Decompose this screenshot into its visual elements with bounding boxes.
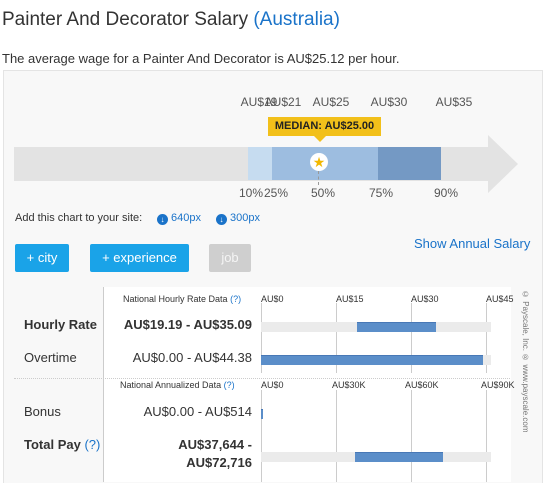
hourly-help-icon[interactable]: (?) xyxy=(230,294,241,304)
annual-axis-0: AU$0 xyxy=(261,380,284,390)
title-text: Painter And Decorator Salary xyxy=(2,9,249,30)
total-pay-label: Total Pay (?) xyxy=(24,437,100,452)
median-line xyxy=(318,171,319,185)
label-p90-value: AU$35 xyxy=(435,95,473,109)
embed-640-text: 640px xyxy=(171,212,201,224)
total-pay-value-line1: AU$37,644 - xyxy=(178,437,252,452)
pct-25-label: 25% xyxy=(263,186,289,200)
annual-help-icon[interactable]: (?) xyxy=(224,380,235,390)
hourly-axis-45: AU$45 xyxy=(486,294,514,304)
hourly-axis-15: AU$15 xyxy=(336,294,364,304)
total-pay-bar xyxy=(355,452,443,462)
pct-90-label: 90% xyxy=(433,186,459,200)
hourly-section-header: National Hourly Rate Data (?) xyxy=(123,294,241,304)
grid-line xyxy=(261,390,262,482)
hourly-rate-label: Hourly Rate xyxy=(24,317,97,332)
median-star-icon: ★ xyxy=(310,153,328,171)
add-experience-button[interactable]: + experience xyxy=(90,244,189,272)
divider-line xyxy=(103,287,104,482)
label-p50-value: AU$25 xyxy=(312,95,350,109)
pct-10-label: 10% xyxy=(238,186,264,200)
hourly-axis-30: AU$30 xyxy=(411,294,439,304)
label-p75-value: AU$30 xyxy=(370,95,408,109)
hourly-rate-value: AU$19.19 - AU$35.09 xyxy=(123,317,252,332)
label-p25-value: AU$21 xyxy=(264,95,302,109)
annual-axis-90k: AU$90K xyxy=(481,380,515,390)
add-chart-label: Add this chart to your site: xyxy=(15,212,143,224)
job-button[interactable]: job xyxy=(209,244,251,272)
hourly-axis-0: AU$0 xyxy=(261,294,284,304)
pct-50-label: 50% xyxy=(310,186,336,200)
range-segment-p10-p25 xyxy=(248,147,272,180)
total-pay-value-line2: AU$72,716 xyxy=(186,455,252,470)
overtime-value: AU$0.00 - AU$44.38 xyxy=(132,350,252,365)
hourly-rate-bar xyxy=(356,322,437,332)
bonus-value: AU$0.00 - AU$514 xyxy=(143,404,252,419)
annual-axis-30k: AU$30K xyxy=(332,380,366,390)
annual-section-header: National Annualized Data (?) xyxy=(120,380,235,390)
average-wage-text: The average wage for a Painter And Decor… xyxy=(2,51,400,66)
range-segment-p75-p90 xyxy=(378,147,441,180)
country-link[interactable]: (Australia) xyxy=(253,9,340,30)
bonus-bar xyxy=(261,409,263,419)
grid-line xyxy=(336,390,337,482)
add-city-button[interactable]: + city xyxy=(15,244,69,272)
embed-300-text: 300px xyxy=(230,212,260,224)
bonus-label: Bonus xyxy=(24,404,61,419)
grid-line xyxy=(486,390,487,482)
embed-300-link[interactable]: ↓ 300px xyxy=(216,212,260,225)
annual-header-text: National Annualized Data xyxy=(120,380,222,390)
pct-75-label: 75% xyxy=(368,186,394,200)
download-icon: ↓ xyxy=(216,214,227,225)
overtime-bar xyxy=(261,355,483,365)
copyright-text: © Payscale, Inc. ® www.payscale.com xyxy=(521,290,530,433)
embed-640-link[interactable]: ↓ 640px xyxy=(157,212,201,225)
overtime-label: Overtime xyxy=(24,350,77,365)
total-pay-label-text: Total Pay xyxy=(24,437,81,452)
total-pay-help-icon[interactable]: (?) xyxy=(84,437,100,452)
annual-axis-60k: AU$60K xyxy=(405,380,439,390)
grid-line xyxy=(411,390,412,482)
page-title: Painter And Decorator Salary (Australia) xyxy=(2,9,340,31)
show-annual-salary-link[interactable]: Show Annual Salary xyxy=(414,236,530,251)
hourly-header-text: National Hourly Rate Data xyxy=(123,294,228,304)
download-icon: ↓ xyxy=(157,214,168,225)
section-divider xyxy=(14,378,510,379)
